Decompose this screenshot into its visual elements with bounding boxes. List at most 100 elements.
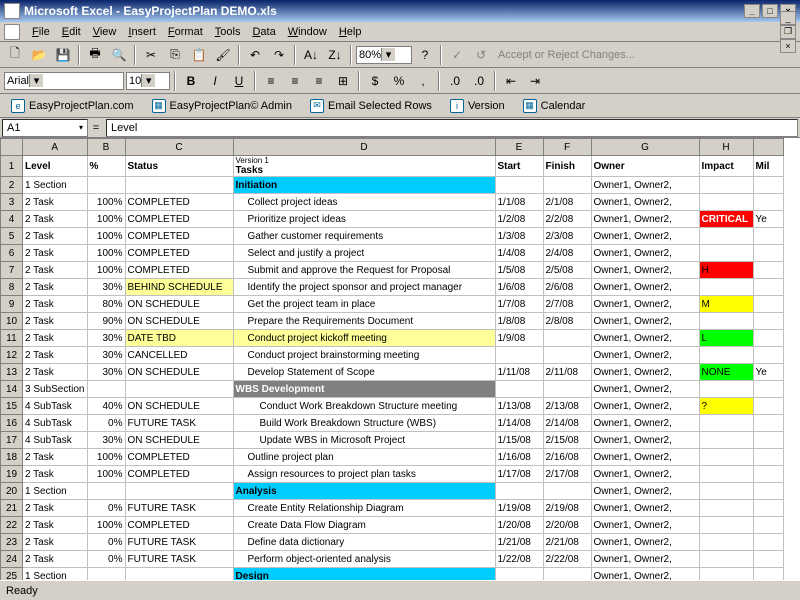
- cell[interactable]: [753, 534, 783, 551]
- cell[interactable]: M: [699, 296, 753, 313]
- cell[interactable]: 0%: [87, 500, 125, 517]
- cell[interactable]: Start: [495, 156, 543, 177]
- cell[interactable]: 2/22/08: [543, 551, 591, 568]
- col-header-D[interactable]: D: [233, 139, 495, 156]
- cell[interactable]: [495, 483, 543, 500]
- cell[interactable]: 2 Task: [23, 296, 88, 313]
- cell[interactable]: [699, 313, 753, 330]
- cell[interactable]: [753, 568, 783, 581]
- cell[interactable]: Create Entity Relationship Diagram: [233, 500, 495, 517]
- cell[interactable]: [699, 245, 753, 262]
- undo-button[interactable]: ↶: [244, 44, 266, 66]
- cell[interactable]: [87, 568, 125, 581]
- formula-input[interactable]: Level: [106, 119, 798, 137]
- cell[interactable]: [753, 347, 783, 364]
- row-header-2[interactable]: 2: [1, 177, 23, 194]
- cell[interactable]: 1/21/08: [495, 534, 543, 551]
- admin-button[interactable]: ▦EasyProjectPlan© Admin: [145, 96, 299, 116]
- minimize-button[interactable]: _: [744, 4, 760, 18]
- cell[interactable]: [543, 381, 591, 398]
- cell[interactable]: Owner1, Owner2,: [591, 245, 699, 262]
- row-header-22[interactable]: 22: [1, 517, 23, 534]
- cell[interactable]: [699, 517, 753, 534]
- cell[interactable]: 2/17/08: [543, 466, 591, 483]
- cell[interactable]: 1/8/08: [495, 313, 543, 330]
- cell[interactable]: [753, 500, 783, 517]
- cell[interactable]: Finish: [543, 156, 591, 177]
- cell[interactable]: [87, 381, 125, 398]
- cell[interactable]: 2 Task: [23, 364, 88, 381]
- cell[interactable]: [699, 347, 753, 364]
- cell[interactable]: [699, 466, 753, 483]
- cell[interactable]: ON SCHEDULE: [125, 364, 233, 381]
- cell[interactable]: 2/11/08: [543, 364, 591, 381]
- cell[interactable]: 1/22/08: [495, 551, 543, 568]
- cell[interactable]: FUTURE TASK: [125, 415, 233, 432]
- col-header-H[interactable]: H: [699, 139, 753, 156]
- cell[interactable]: [753, 245, 783, 262]
- cell[interactable]: 4 SubTask: [23, 415, 88, 432]
- cell[interactable]: Ye: [753, 364, 783, 381]
- cell[interactable]: [125, 381, 233, 398]
- cell[interactable]: Version 1Tasks: [233, 156, 495, 177]
- row-header-19[interactable]: 19: [1, 466, 23, 483]
- cell[interactable]: COMPLETED: [125, 211, 233, 228]
- cell[interactable]: 30%: [87, 432, 125, 449]
- cell[interactable]: 2 Task: [23, 330, 88, 347]
- menu-help[interactable]: Help: [333, 24, 368, 40]
- row-header-5[interactable]: 5: [1, 228, 23, 245]
- cell[interactable]: [699, 432, 753, 449]
- cell[interactable]: Owner1, Owner2,: [591, 211, 699, 228]
- cell[interactable]: 30%: [87, 347, 125, 364]
- row-header-1[interactable]: 1: [1, 156, 23, 177]
- cell[interactable]: [699, 279, 753, 296]
- decrease-indent-button[interactable]: ⇤: [500, 70, 522, 92]
- cell[interactable]: [753, 517, 783, 534]
- cell[interactable]: Get the project team in place: [233, 296, 495, 313]
- cell[interactable]: ?: [699, 398, 753, 415]
- increase-indent-button[interactable]: ⇥: [524, 70, 546, 92]
- cell[interactable]: Owner: [591, 156, 699, 177]
- cell[interactable]: 2 Task: [23, 466, 88, 483]
- cell[interactable]: Perform object-oriented analysis: [233, 551, 495, 568]
- cell[interactable]: [753, 551, 783, 568]
- italic-button[interactable]: I: [204, 70, 226, 92]
- cell[interactable]: 100%: [87, 262, 125, 279]
- col-header-G[interactable]: G: [591, 139, 699, 156]
- cell[interactable]: Build Work Breakdown Structure (WBS): [233, 415, 495, 432]
- cell[interactable]: 30%: [87, 330, 125, 347]
- cell[interactable]: 30%: [87, 364, 125, 381]
- align-left-button[interactable]: ≡: [260, 70, 282, 92]
- cell[interactable]: Owner1, Owner2,: [591, 347, 699, 364]
- cell[interactable]: COMPLETED: [125, 245, 233, 262]
- cell[interactable]: 1/9/08: [495, 330, 543, 347]
- cell[interactable]: Define data dictionary: [233, 534, 495, 551]
- cell[interactable]: Owner1, Owner2,: [591, 330, 699, 347]
- cell[interactable]: 1/6/08: [495, 279, 543, 296]
- cell[interactable]: Outline project plan: [233, 449, 495, 466]
- cell[interactable]: [753, 483, 783, 500]
- cell[interactable]: 2/21/08: [543, 534, 591, 551]
- select-all-corner[interactable]: [1, 139, 23, 156]
- cell[interactable]: Owner1, Owner2,: [591, 534, 699, 551]
- cell[interactable]: [699, 483, 753, 500]
- cell[interactable]: 2/8/08: [543, 313, 591, 330]
- cell[interactable]: 100%: [87, 194, 125, 211]
- cell[interactable]: DATE TBD: [125, 330, 233, 347]
- cell[interactable]: 2 Task: [23, 211, 88, 228]
- col-header-E[interactable]: E: [495, 139, 543, 156]
- cell[interactable]: 1/20/08: [495, 517, 543, 534]
- row-header-16[interactable]: 16: [1, 415, 23, 432]
- copy-button[interactable]: ⎘: [164, 44, 186, 66]
- cell[interactable]: [87, 177, 125, 194]
- cell[interactable]: 4 SubTask: [23, 398, 88, 415]
- redo-button[interactable]: ↷: [268, 44, 290, 66]
- row-header-12[interactable]: 12: [1, 347, 23, 364]
- cell[interactable]: [753, 398, 783, 415]
- cell[interactable]: H: [699, 262, 753, 279]
- cell[interactable]: 100%: [87, 449, 125, 466]
- cell[interactable]: [699, 381, 753, 398]
- cell[interactable]: %: [87, 156, 125, 177]
- cell[interactable]: Design: [233, 568, 495, 581]
- doc-minimize-button[interactable]: _: [780, 11, 796, 25]
